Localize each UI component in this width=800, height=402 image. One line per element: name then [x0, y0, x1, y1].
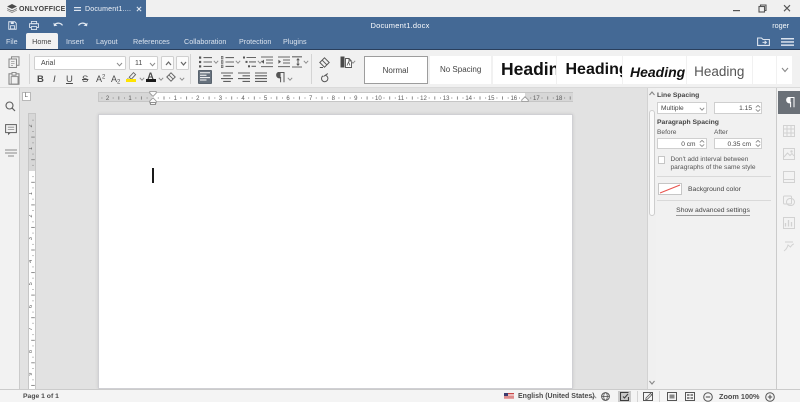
svg-text:6: 6: [286, 96, 290, 102]
svg-text:8: 8: [29, 350, 34, 353]
svg-text:1: 1: [29, 147, 34, 150]
svg-text:13: 13: [442, 96, 449, 102]
svg-text:10: 10: [375, 96, 382, 102]
svg-text:8: 8: [331, 96, 335, 102]
svg-text:3: 3: [218, 96, 222, 102]
svg-text:2: 2: [29, 215, 34, 218]
svg-text:2: 2: [196, 96, 200, 102]
svg-text:14: 14: [465, 96, 472, 102]
svg-text:3: 3: [29, 237, 34, 240]
svg-text:6: 6: [29, 305, 34, 308]
svg-text:15: 15: [487, 96, 494, 102]
svg-text:2: 2: [105, 96, 109, 102]
svg-text:11: 11: [397, 96, 404, 102]
svg-text:9: 9: [29, 373, 34, 376]
svg-text:1: 1: [29, 192, 34, 195]
svg-text:7: 7: [29, 327, 34, 330]
svg-text:16: 16: [510, 96, 517, 102]
svg-text:5: 5: [263, 96, 267, 102]
svg-text:2: 2: [29, 124, 34, 127]
svg-text:1: 1: [128, 96, 132, 102]
svg-text:18: 18: [555, 96, 562, 102]
svg-text:7: 7: [309, 96, 313, 102]
svg-text:5: 5: [29, 282, 34, 285]
svg-text:1: 1: [173, 96, 177, 102]
svg-text:9: 9: [354, 96, 358, 102]
svg-text:17: 17: [533, 96, 540, 102]
svg-text:4: 4: [241, 96, 245, 102]
svg-text:12: 12: [420, 96, 427, 102]
svg-text:4: 4: [29, 260, 34, 263]
